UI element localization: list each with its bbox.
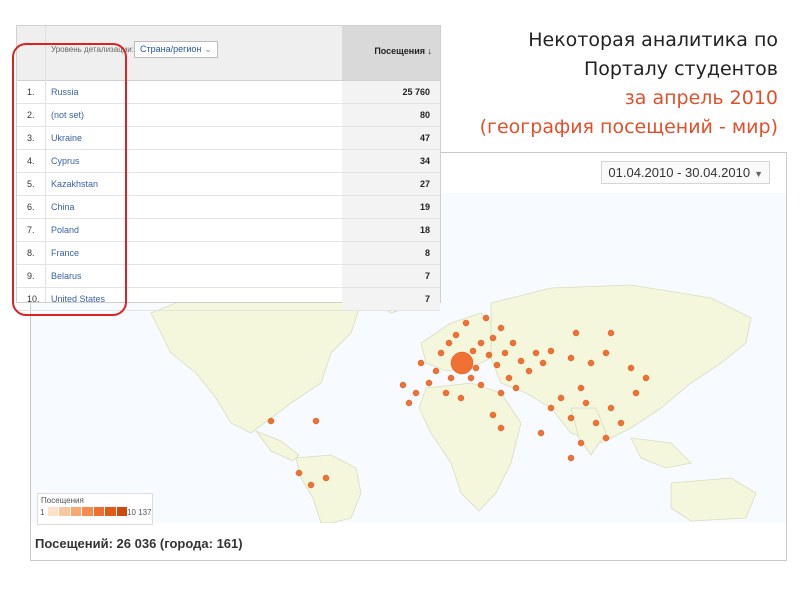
legend-max: 10 137 <box>127 508 152 517</box>
legend-title: Посещения <box>41 496 84 505</box>
chevron-down-icon: ▼ <box>754 169 763 179</box>
legend-min: 1 <box>40 508 45 517</box>
visits-value: 47 <box>419 133 430 143</box>
visits-cell: 80 <box>342 104 440 126</box>
visits-value: 25 760 <box>402 87 430 97</box>
visits-cell: 18 <box>342 219 440 241</box>
visits-cell: 7 <box>342 288 440 310</box>
visits-cell: 47 <box>342 127 440 149</box>
visits-value: 7 <box>424 271 430 281</box>
central-america-shape <box>254 430 300 462</box>
visits-cell: 8 <box>342 242 440 264</box>
highlight-outline <box>12 43 127 316</box>
south-america-shape <box>295 454 362 524</box>
australia-shape <box>670 477 757 522</box>
visits-value: 27 <box>419 179 430 189</box>
visits-summary: Посещений: 26 036 (города: 161) <box>35 536 243 551</box>
title-line-3: за апрель 2010 <box>624 87 778 109</box>
visits-value: 34 <box>419 156 430 166</box>
visits-value: 80 <box>419 110 430 120</box>
visits-value: 8 <box>424 248 430 258</box>
visits-cell: 7 <box>342 265 440 287</box>
map-dot-large <box>450 351 474 375</box>
title-line-4: (география посещений - мир) <box>479 116 778 138</box>
double-chevron-down-icon: ⌄ <box>204 44 212 54</box>
visits-value: 19 <box>419 202 430 212</box>
legend-color-scale <box>48 507 128 516</box>
dimension-select[interactable]: Страна/регион ⌄ <box>134 41 218 58</box>
asia-shape <box>490 284 752 444</box>
metric-column-header[interactable]: Посещения ↓ <box>342 26 440 80</box>
southeast-asia-shape <box>630 437 692 469</box>
date-range-picker[interactable]: 01.04.2010 - 30.04.2010 ▼ <box>601 161 770 184</box>
metric-column-label: Посещения ↓ <box>374 46 432 56</box>
africa-shape <box>418 382 522 512</box>
visits-value: 18 <box>419 225 430 235</box>
map-legend: Посещения 1 10 137 <box>37 493 153 525</box>
visits-cell: 27 <box>342 173 440 195</box>
visits-cell: 25 760 <box>342 81 440 103</box>
visits-cell: 19 <box>342 196 440 218</box>
date-range-text: 01.04.2010 - 30.04.2010 <box>608 165 751 180</box>
title-line-2: Порталу студентов <box>583 58 778 80</box>
title-line-1: Некоторая аналитика по <box>528 29 778 51</box>
visits-cell: 34 <box>342 150 440 172</box>
visits-value: 7 <box>424 294 430 304</box>
dimension-select-value: Страна/регион <box>140 44 202 54</box>
slide-title: Некоторая аналитика по Порталу студентов… <box>438 26 778 142</box>
